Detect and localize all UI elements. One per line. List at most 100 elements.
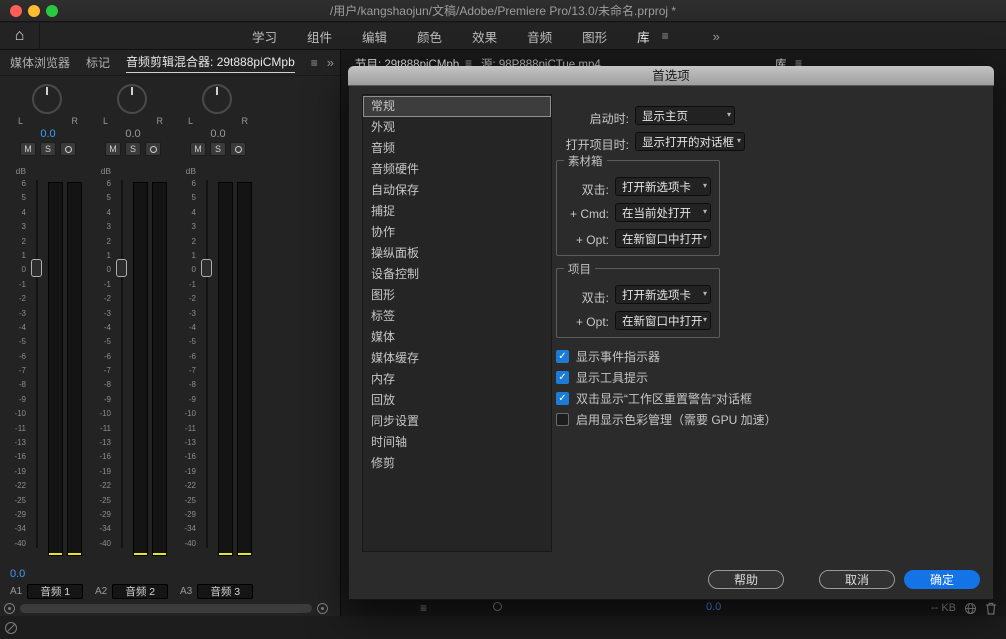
projects-group-title: 项目 (564, 261, 595, 277)
workspace-tab-assembly[interactable]: 组件 (307, 27, 332, 46)
workspace-tab-editing[interactable]: 编辑 (362, 27, 387, 46)
scrollbar-thumb[interactable] (20, 604, 312, 613)
startup-select[interactable]: 显示主页 ▾ (635, 106, 735, 125)
open-project-select[interactable]: 显示打开的对话框 ▾ (635, 132, 745, 151)
mute-button[interactable]: M (20, 142, 36, 156)
category-trim[interactable]: 修剪 (363, 453, 551, 474)
bins-cmd-select[interactable]: 在当前处打开 ▾ (615, 203, 711, 222)
level-meters (48, 182, 82, 556)
chevron-down-icon: ▾ (703, 315, 707, 324)
storage-size-label: -- KB (931, 602, 956, 614)
pan-knob[interactable] (32, 84, 62, 114)
checkbox-show-event-indicator[interactable]: ✓ 显示事件指示器 (556, 349, 660, 364)
pan-knob[interactable] (202, 84, 232, 114)
sync-status-icon[interactable] (964, 602, 977, 615)
category-playback[interactable]: 回放 (363, 390, 551, 411)
volume-value[interactable]: 0.0 (6, 128, 90, 140)
preferences-category-list: 常规 外观 音频 音频硬件 自动保存 捕捉 协作 操纵面板 设备控制 图形 标签… (362, 94, 552, 552)
workspace-tab-library[interactable]: 库 (637, 27, 650, 46)
volume-fader[interactable] (33, 180, 41, 548)
zoom-window-button[interactable] (46, 5, 58, 17)
workspace-tab-effects[interactable]: 效果 (472, 27, 497, 46)
projects-opt-select[interactable]: 在新窗口中打开 ▾ (615, 311, 711, 330)
workspace-tab-audio[interactable]: 音频 (527, 27, 552, 46)
solo-button[interactable]: S (125, 142, 141, 156)
master-volume-value: 0.0 (10, 568, 25, 580)
chevron-down-icon: ▾ (703, 207, 707, 216)
fader-handle[interactable] (31, 259, 42, 277)
pan-lr-labels: LR (18, 116, 78, 126)
workspace-tab-color[interactable]: 颜色 (417, 27, 442, 46)
close-window-button[interactable] (10, 5, 22, 17)
category-labels[interactable]: 标签 (363, 306, 551, 327)
mixer-panel-menu-icon[interactable]: ≡ (311, 56, 318, 70)
volume-value[interactable]: 0.0 (91, 128, 175, 140)
category-media[interactable]: 媒体 (363, 327, 551, 348)
workspace-tab-graphics[interactable]: 图形 (582, 27, 607, 46)
keyframe-icon (65, 146, 72, 153)
projects-double-click-select[interactable]: 打开新选项卡 ▾ (615, 285, 711, 304)
level-meters (133, 182, 167, 556)
help-button[interactable]: 帮助 (708, 570, 784, 589)
category-media-cache[interactable]: 媒体缓存 (363, 348, 551, 369)
volume-fader[interactable] (203, 180, 211, 548)
bins-opt-label: + Opt: (531, 233, 609, 247)
chevron-down-icon: ▾ (703, 289, 707, 298)
solo-button[interactable]: S (40, 142, 56, 156)
track-name[interactable]: 音频 3 (197, 584, 253, 599)
tab-markers[interactable]: 标记 (86, 54, 110, 71)
checkbox-workspace-reset-warning[interactable]: ✓ 双击显示“工作区重置警告”对话框 (556, 391, 752, 406)
chevron-down-icon: ▾ (703, 181, 707, 190)
startup-label: 启动时: (515, 110, 629, 127)
db-scale-header: dB (176, 166, 196, 176)
audio-clip-mixer-panel: 媒体浏览器 标记 音频剪辑混合器: 29t888piCMpb ≡ » LR 0.… (0, 50, 341, 616)
bins-cmd-label: + Cmd: (531, 207, 609, 221)
track-name[interactable]: 音频 2 (112, 584, 168, 599)
mixer-panel-overflow-icon[interactable]: » (327, 55, 334, 70)
volume-fader[interactable] (118, 180, 126, 548)
category-sync-settings[interactable]: 同步设置 (363, 411, 551, 432)
ok-button[interactable]: 确定 (904, 570, 980, 589)
category-auto-save[interactable]: 自动保存 (363, 180, 551, 201)
volume-value[interactable]: 0.0 (176, 128, 260, 140)
pan-knob[interactable] (117, 84, 147, 114)
keyframe-button[interactable] (60, 142, 76, 156)
keyframe-button[interactable] (145, 142, 161, 156)
solo-button[interactable]: S (210, 142, 226, 156)
category-graphics[interactable]: 图形 (363, 285, 551, 306)
keyframe-button[interactable] (230, 142, 246, 156)
track-name[interactable]: 音频 1 (27, 584, 83, 599)
category-memory[interactable]: 内存 (363, 369, 551, 390)
workspace-tab-learning[interactable]: 学习 (252, 27, 277, 46)
chevron-down-icon: ▾ (737, 136, 741, 145)
category-timeline[interactable]: 时间轴 (363, 432, 551, 453)
track-number: A3 (180, 586, 192, 597)
bins-opt-select[interactable]: 在新窗口中打开 ▾ (615, 229, 711, 248)
category-control-surface[interactable]: 操纵面板 (363, 243, 551, 264)
level-meters (218, 182, 252, 556)
category-collaboration[interactable]: 协作 (363, 222, 551, 243)
tab-media-browser[interactable]: 媒体浏览器 (10, 54, 70, 71)
mute-button[interactable]: M (105, 142, 121, 156)
checkbox-display-color-management[interactable]: ✓ 启用显示色彩管理（需要 GPU 加速） (556, 412, 777, 427)
workspace-overflow-icon[interactable]: » (713, 29, 720, 44)
bins-double-click-select[interactable]: 打开新选项卡 ▾ (615, 177, 711, 196)
scrollbar-right-handle[interactable] (317, 603, 328, 614)
projects-double-click-label: 双击: (531, 289, 609, 306)
category-capture[interactable]: 捕捉 (363, 201, 551, 222)
cancel-button[interactable]: 取消 (819, 570, 895, 589)
fader-handle[interactable] (116, 259, 127, 277)
fader-handle[interactable] (201, 259, 212, 277)
category-audio-hardware[interactable]: 音频硬件 (363, 159, 551, 180)
scrollbar-left-handle[interactable] (4, 603, 15, 614)
home-button[interactable]: ⌂ (0, 23, 40, 50)
mute-button[interactable]: M (190, 142, 206, 156)
category-device-control[interactable]: 设备控制 (363, 264, 551, 285)
minimize-window-button[interactable] (28, 5, 40, 17)
horizontal-scrollbar[interactable] (2, 602, 332, 615)
window-title: /用户/kangshaojun/文稿/Adobe/Premiere Pro/13… (0, 0, 1006, 22)
workspace-menu-icon[interactable]: ≡ (662, 29, 669, 43)
trash-icon[interactable] (985, 602, 997, 615)
tab-audio-clip-mixer[interactable]: 音频剪辑混合器: 29t888piCMpb (126, 53, 295, 73)
checkbox-show-tooltips[interactable]: ✓ 显示工具提示 (556, 370, 648, 385)
